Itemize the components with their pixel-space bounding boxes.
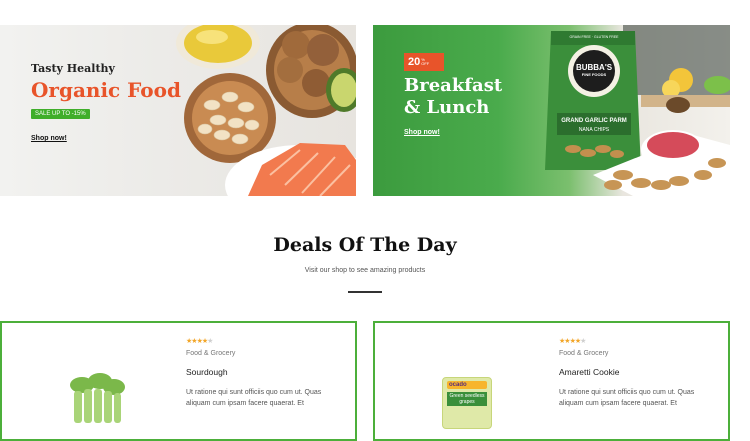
package-brand-line2: FINE FOODS [581, 72, 607, 77]
banner-title-line1: Breakfast [404, 75, 503, 96]
section-title: Deals Of The Day [273, 234, 457, 256]
discount-number: 20 [408, 56, 421, 68]
product-category[interactable]: Food & Grocery [559, 350, 608, 357]
banner-title: Breakfast & Lunch [404, 75, 502, 119]
package-sub: NANA CHIPS [578, 127, 610, 133]
product-card[interactable]: ★★★★★ Food & Grocery Sourdough Ut ration… [0, 321, 357, 441]
sale-badge: SALE UP TO -15% [31, 109, 90, 119]
shop-now-link[interactable]: Shop now! [404, 129, 440, 136]
product-description: Ut ratione qui sunt officiis quo cum ut.… [186, 389, 322, 407]
banner-breakfast-lunch[interactable]: 20 % OFF Breakfast & Lunch Shop now! GRA… [373, 25, 730, 196]
package-label: Green seedless grapes [447, 392, 487, 406]
product-description: Ut ratione qui sunt officiis quo cum ut.… [559, 389, 695, 407]
star-icon: ★ [580, 338, 586, 345]
banner-subtitle: Tasty Healthy [31, 62, 115, 75]
product-card[interactable]: ocado Green seedless grapes ★★★★★ Food &… [373, 321, 730, 441]
banner-title-line2: & Lunch [404, 97, 490, 118]
discount-badge: 20 % OFF [404, 53, 444, 71]
product-category[interactable]: Food & Grocery [186, 350, 235, 357]
package-top-text: GRAIN FREE · GLUTEN FREE [569, 35, 619, 39]
product-name[interactable]: Sourdough [186, 367, 228, 377]
discount-suffix: % OFF [421, 58, 429, 66]
section-subtitle: Visit our shop to see amazing products [304, 267, 426, 274]
package-brand-line1: BUBBA'S [575, 63, 613, 72]
banner-title: Organic Food [31, 78, 181, 102]
product-image-grapes: ocado Green seedless grapes [442, 377, 492, 429]
product-name[interactable]: Amaretti Cookie [559, 367, 619, 377]
star-icon: ★ [207, 338, 213, 345]
package-brand: ocado [447, 381, 487, 389]
shop-now-link[interactable]: Shop now! [31, 135, 67, 142]
package-brand: BUBBA'S FINE FOODS [573, 63, 615, 77]
discount-off: OFF [421, 61, 430, 66]
banner-organic-food[interactable]: Tasty Healthy Organic Food SALE UP TO -1… [0, 25, 356, 196]
rating-stars: ★★★★★ [186, 337, 213, 345]
section-divider [348, 291, 382, 293]
rating-stars: ★★★★★ [559, 337, 586, 345]
package-product: GRAND GARLIC PARM [561, 118, 627, 124]
